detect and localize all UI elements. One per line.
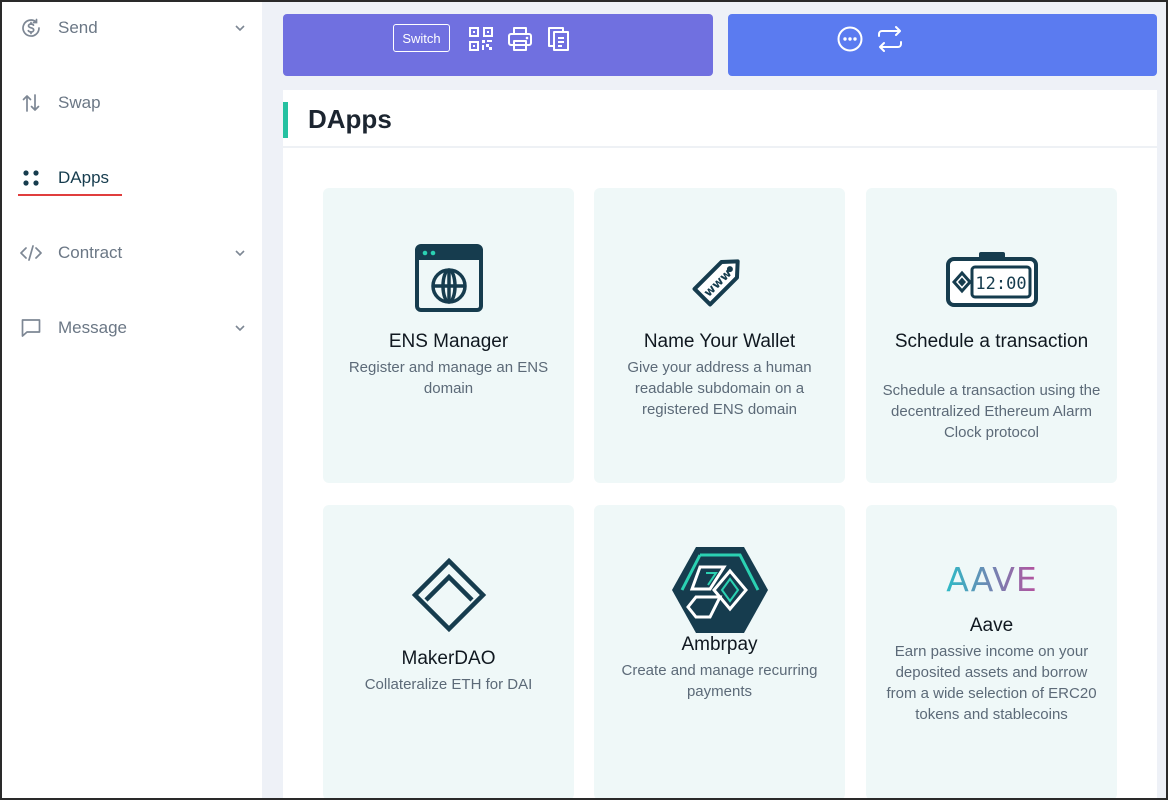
sidebar-item-send[interactable]: Send	[18, 10, 248, 46]
dapp-card-ens-manager[interactable]: ENS Manager Register and manage an ENS d…	[323, 188, 574, 483]
sidebar-item-label: Contract	[58, 243, 123, 262]
makerdao-logo-icon	[323, 557, 574, 633]
dapp-description: Collateralize ETH for DAI	[364, 676, 533, 693]
ambrpay-logo-icon	[594, 545, 845, 635]
dapp-description: Schedule a transaction using the decentr…	[882, 382, 1101, 441]
dapp-title: Schedule a transaction	[894, 331, 1089, 352]
dollar-circle-icon	[18, 15, 44, 41]
dapp-title: Aave	[969, 615, 1014, 636]
dapp-description: Register and manage an ENS domain	[348, 359, 549, 397]
switch-button[interactable]: Switch	[393, 24, 450, 52]
transfer-icon[interactable]	[876, 25, 904, 53]
dapp-title: Name Your Wallet	[643, 331, 796, 352]
dots-grid-icon	[18, 165, 44, 191]
aave-wordmark: AAVE	[946, 561, 1037, 597]
dapp-title: Ambrpay	[681, 634, 758, 655]
clock-display: 12:00	[975, 274, 1026, 294]
dapp-card-name-your-wallet[interactable]: www Name Your Wallet Give your address a…	[594, 188, 845, 483]
qr-code-icon[interactable]	[467, 25, 495, 53]
dapp-description: Earn passive income on your deposited as…	[886, 643, 1097, 723]
dapp-description: Give your address a human readable subdo…	[627, 359, 812, 418]
sidebar-item-message[interactable]: Message	[18, 310, 248, 346]
chevron-down-icon	[235, 250, 245, 257]
dapp-description: Create and manage recurring payments	[621, 662, 818, 700]
dapp-title: MakerDAO	[401, 648, 496, 669]
panel-accent-bar	[283, 102, 288, 138]
dapp-card-ambrpay[interactable]: Ambrpay Create and manage recurring paym…	[594, 505, 845, 800]
sidebar-item-swap[interactable]: Swap	[18, 85, 248, 121]
alarm-clock-icon: 12:00	[866, 250, 1117, 308]
sidebar-item-label: Message	[58, 318, 127, 337]
more-icon[interactable]	[836, 25, 864, 53]
dapp-card-aave[interactable]: AAVE Aave Earn passive income on your de…	[866, 505, 1117, 800]
dapp-title: ENS Manager	[388, 331, 509, 352]
sidebar: Send Swap DApps Contract Message	[2, 2, 262, 798]
code-icon	[18, 240, 44, 266]
browser-globe-icon	[323, 244, 574, 314]
wallet-balance-card	[728, 14, 1157, 76]
aave-logo-icon: AAVE	[866, 561, 1117, 597]
message-icon	[18, 315, 44, 341]
swap-arrows-icon	[18, 90, 44, 116]
sidebar-item-dapps[interactable]: DApps	[18, 160, 248, 196]
sidebar-item-contract[interactable]: Contract	[18, 235, 248, 271]
sidebar-item-label: Swap	[58, 93, 101, 112]
dapp-card-makerdao[interactable]: MakerDAO Collateralize ETH for DAI	[323, 505, 574, 800]
dapp-card-schedule-transaction[interactable]: 12:00 Schedule a transaction Schedule a …	[866, 188, 1117, 483]
wallet-address-card: Switch	[283, 14, 713, 76]
main-content: Switch DApps ENS Manager Register and ma…	[262, 2, 1166, 800]
chevron-down-icon	[235, 325, 245, 332]
dapps-panel: DApps ENS Manager Register and manage an…	[283, 90, 1157, 800]
sidebar-item-label: DApps	[58, 168, 110, 187]
active-indicator	[18, 194, 122, 196]
page-title: DApps	[308, 104, 392, 134]
www-tag-icon: www	[594, 244, 845, 314]
sidebar-item-label: Send	[58, 18, 98, 37]
chevron-down-icon	[235, 25, 245, 32]
copy-icon[interactable]	[545, 25, 573, 53]
printer-icon[interactable]	[506, 25, 534, 53]
panel-header: DApps	[283, 90, 1157, 148]
